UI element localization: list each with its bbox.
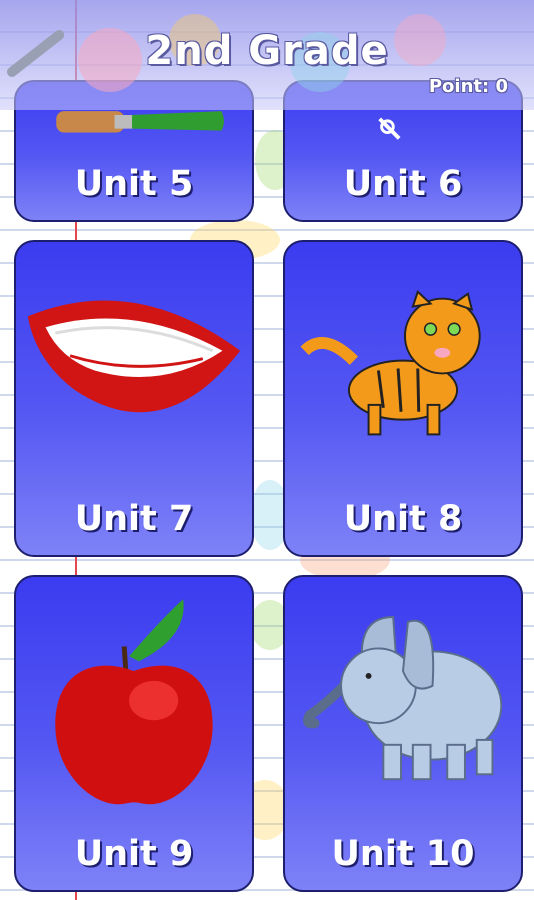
unit-card-9[interactable]: Unit 9 xyxy=(14,575,254,892)
unit-label: Unit 10 xyxy=(331,834,475,874)
unit-card-7[interactable]: Unit 7 xyxy=(14,240,254,557)
page-title: 2nd Grade xyxy=(145,28,389,74)
points-counter: Point: 0 xyxy=(428,76,508,97)
unit-card-8[interactable]: Unit 8 xyxy=(283,240,523,557)
unit-label: Unit 8 xyxy=(343,499,463,539)
unit-label: Unit 9 xyxy=(74,834,194,874)
unit-label: Unit 7 xyxy=(74,499,194,539)
header-bar: 2nd Grade Point: 0 xyxy=(0,0,534,110)
unit-label: Unit 5 xyxy=(74,164,194,204)
unit-card-10[interactable]: Unit 10 xyxy=(283,575,523,892)
unit-label: Unit 6 xyxy=(343,164,463,204)
